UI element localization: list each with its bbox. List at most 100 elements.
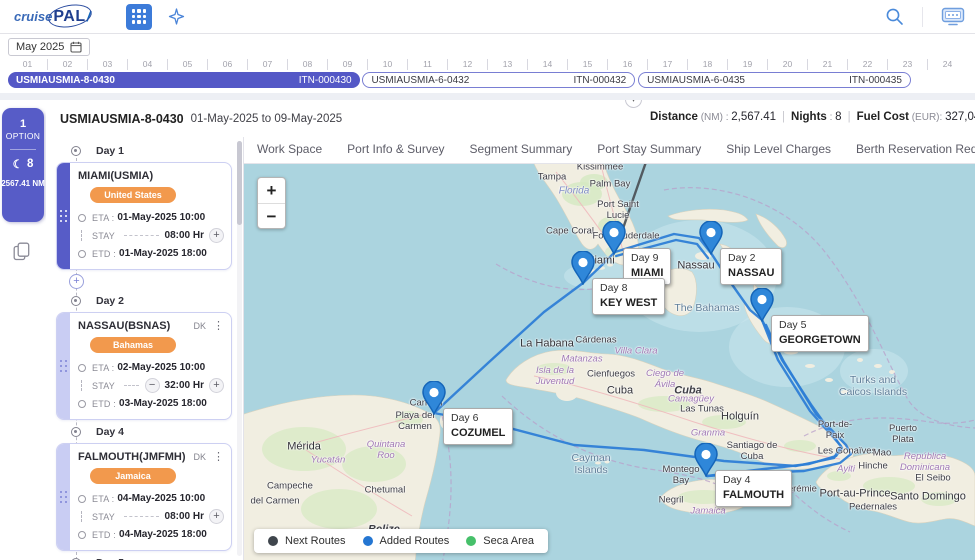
search-icon[interactable]: [885, 7, 904, 26]
eta-value: 01-May-2025 10:00: [117, 212, 205, 223]
tab-port-stay-summary[interactable]: Port Stay Summary: [596, 138, 702, 163]
stat-item: Fuel Cost (EUR): 327,043.99: [857, 111, 975, 123]
itinerary-sidebar: Day 1MIAMI(USMIA)United StatesETA :01-Ma…: [46, 137, 244, 560]
day-header: Day 1: [46, 143, 243, 159]
day-header: Day 2: [46, 293, 243, 309]
zoom-in-button[interactable]: +: [258, 178, 285, 203]
logo-text-cruise: cruise: [14, 9, 52, 24]
timeline-day-tick: 12: [448, 59, 488, 70]
timeline-day-tick: 13: [488, 59, 528, 70]
sidebar-scrollbar[interactable]: [237, 141, 242, 556]
drag-handle[interactable]: [57, 163, 70, 269]
increase-stay-button[interactable]: +: [209, 378, 224, 393]
option-tab[interactable]: 1 OPTION ☾8 2567.41 NM: [2, 108, 44, 222]
stat-unit: (NM) :: [698, 112, 731, 123]
day-label: Day 1: [96, 145, 124, 157]
itinerary-bar[interactable]: USMIAUSMIA-6-0435ITN-000435: [638, 72, 911, 88]
port-card[interactable]: FALMOUTH(JMFMH)DK⋮ Jamaica ETA :04-May-202…: [56, 443, 232, 551]
collapse-panel-button[interactable]: ▾: [625, 100, 642, 108]
stay-row: STAY08:00 Hr+: [78, 228, 224, 243]
timeline-day-tick: 22: [848, 59, 888, 70]
etd-row: ETD :04-May-2025 18:00: [78, 527, 224, 542]
country-badge: Bahamas: [90, 337, 176, 353]
sparkle-icon[interactable]: [168, 8, 185, 25]
grid-apps-icon[interactable]: [126, 4, 152, 30]
tab-segment-summary[interactable]: Segment Summary: [469, 138, 574, 163]
zoom-out-button[interactable]: −: [258, 203, 285, 228]
port-card-titlebar: MIAMI(USMIA): [78, 169, 224, 183]
increase-stay-button[interactable]: +: [209, 509, 224, 524]
copy-option-icon[interactable]: [13, 242, 30, 266]
eta-row: ETA :01-May-2025 10:00: [78, 210, 224, 225]
month-label: May 2025: [16, 41, 64, 53]
option-header: ▾ USMIAUSMIA-8-0430 01-May-2025 to 09-Ma…: [46, 100, 975, 137]
port-card[interactable]: NASSAU(BSNAS)DK⋮BahamasETA :02-May-2025 …: [56, 312, 232, 420]
eta-icon: [78, 364, 86, 372]
map-marker-label: Day 8KEY WEST: [592, 278, 665, 315]
country-badge: Jamaica: [90, 468, 176, 484]
eta-row: ETA :04-May-2025 10:00: [78, 491, 224, 506]
tab-port-info-survey[interactable]: Port Info & Survey: [346, 138, 445, 163]
country-badge: United States: [90, 187, 176, 203]
port-card-titlebar: NASSAU(BSNAS)DK⋮: [78, 319, 224, 333]
card-menu-button[interactable]: ⋮: [213, 452, 224, 462]
timeline-day-tick: 19: [728, 59, 768, 70]
stay-connector-icon: [81, 380, 82, 391]
stat-label: Distance: [650, 111, 698, 123]
timeline-day-tick: 01: [8, 59, 48, 70]
marker-port: KEY WEST: [600, 296, 657, 310]
eta-label: ETA :: [92, 494, 114, 504]
map-marker-label: Day 6COZUMEL: [443, 408, 513, 445]
stay-connector-icon: [81, 511, 82, 522]
drag-handle[interactable]: [57, 313, 70, 419]
timeline-day-ruler: 0102030405060708091011121314151617181920…: [8, 59, 967, 70]
timeline-day-tick: 03: [88, 59, 128, 70]
monitor-icon[interactable]: [941, 7, 965, 26]
itinerary-title: USMIAUSMIA-8-0430: [60, 112, 184, 126]
tab-ship-level-charges[interactable]: Ship Level Charges: [725, 138, 832, 163]
day-label: Day 2: [96, 295, 124, 307]
cruisepal-logo[interactable]: cruisePAL/: [14, 8, 100, 26]
eta-value: 04-May-2025 10:00: [117, 493, 205, 504]
etd-icon: [78, 250, 86, 258]
card-menu-button[interactable]: ⋮: [213, 321, 224, 331]
increase-stay-button[interactable]: +: [209, 228, 224, 243]
marker-port: COZUMEL: [451, 426, 505, 440]
map-marker-label: Day 4FALMOUTH: [715, 470, 792, 507]
itinerary-bar[interactable]: USMIAUSMIA-6-0432ITN-000432: [362, 72, 635, 88]
legend-item: Seca Area: [466, 535, 534, 547]
stat-separator: |: [782, 111, 785, 123]
itinerary-bar-itn: ITN-000430: [293, 75, 352, 86]
map-view[interactable]: + − Next RoutesAdded RoutesSeca Area Tam…: [244, 164, 975, 560]
itinerary-bar[interactable]: USMIAUSMIA-8-0430ITN-000430: [8, 72, 360, 88]
decrease-stay-button[interactable]: −: [145, 378, 160, 393]
stay-row: STAY08:00 Hr+: [78, 509, 224, 524]
timeline-day-tick: 20: [768, 59, 808, 70]
port-card-titlebar: FALMOUTH(JMFMH)DK⋮: [78, 450, 224, 464]
etd-icon: [78, 400, 86, 408]
marker-port: FALMOUTH: [723, 488, 784, 502]
add-port-button[interactable]: +: [69, 274, 84, 289]
stay-dashes: [124, 385, 139, 386]
eta-icon: [78, 214, 86, 222]
stay-label: STAY: [92, 512, 115, 522]
port-card[interactable]: MIAMI(USMIA) United States ETA :01-May-202…: [56, 162, 232, 270]
itinerary-bar-itn: ITN-000435: [843, 75, 902, 86]
stay-label: STAY: [92, 381, 115, 391]
drag-handle[interactable]: [57, 444, 70, 550]
etd-row: ETD :03-May-2025 18:00: [78, 396, 224, 411]
port-name: FALMOUTH(JMFMH): [78, 451, 186, 463]
month-picker[interactable]: May 2025: [8, 38, 90, 56]
option-rail: 1 OPTION ☾8 2567.41 NM: [0, 100, 46, 560]
timeline-day-tick: 15: [568, 59, 608, 70]
nights-count: 8: [27, 158, 33, 170]
stay-label: STAY: [92, 231, 115, 241]
eta-label: ETA :: [92, 363, 114, 373]
timeline-bottom-strip: [0, 93, 975, 100]
etd-value: 01-May-2025 18:00: [119, 248, 207, 259]
tab-work-space[interactable]: Work Space: [256, 138, 323, 163]
port-name: MIAMI(USMIA): [78, 170, 153, 182]
map-zoom-control: + −: [257, 177, 286, 229]
tab-berth-reservation-request[interactable]: Berth Reservation Request: [855, 138, 975, 163]
stat-value: 2,567.41: [731, 111, 776, 123]
